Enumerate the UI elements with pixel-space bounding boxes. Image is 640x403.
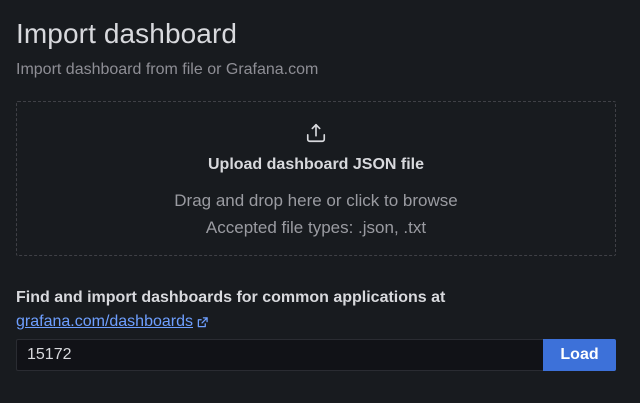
dashboard-id-input[interactable]	[16, 339, 544, 371]
grafana-com-dashboards-link[interactable]: grafana.com/dashboards	[16, 312, 208, 332]
upload-dropzone[interactable]: Upload dashboard JSON file Drag and drop…	[16, 101, 616, 256]
upload-icon	[306, 123, 326, 143]
page-title: Import dashboard	[16, 18, 238, 49]
grafana-com-link-text: grafana.com/dashboards	[16, 313, 193, 330]
grafana-com-label: Find and import dashboards for common ap…	[16, 289, 446, 306]
import-dashboard-page: Import dashboard Import dashboard from f…	[0, 0, 640, 403]
upload-title: Upload dashboard JSON file	[207, 156, 425, 173]
external-link-icon	[197, 316, 208, 327]
accepted-file-types: Accepted file types: .json, .txt	[205, 218, 427, 237]
upload-hint: Drag and drop here or click to browse	[174, 191, 458, 210]
page-subtitle: Import dashboard from file or Grafana.co…	[16, 61, 319, 78]
load-button[interactable]: Load	[543, 339, 616, 371]
